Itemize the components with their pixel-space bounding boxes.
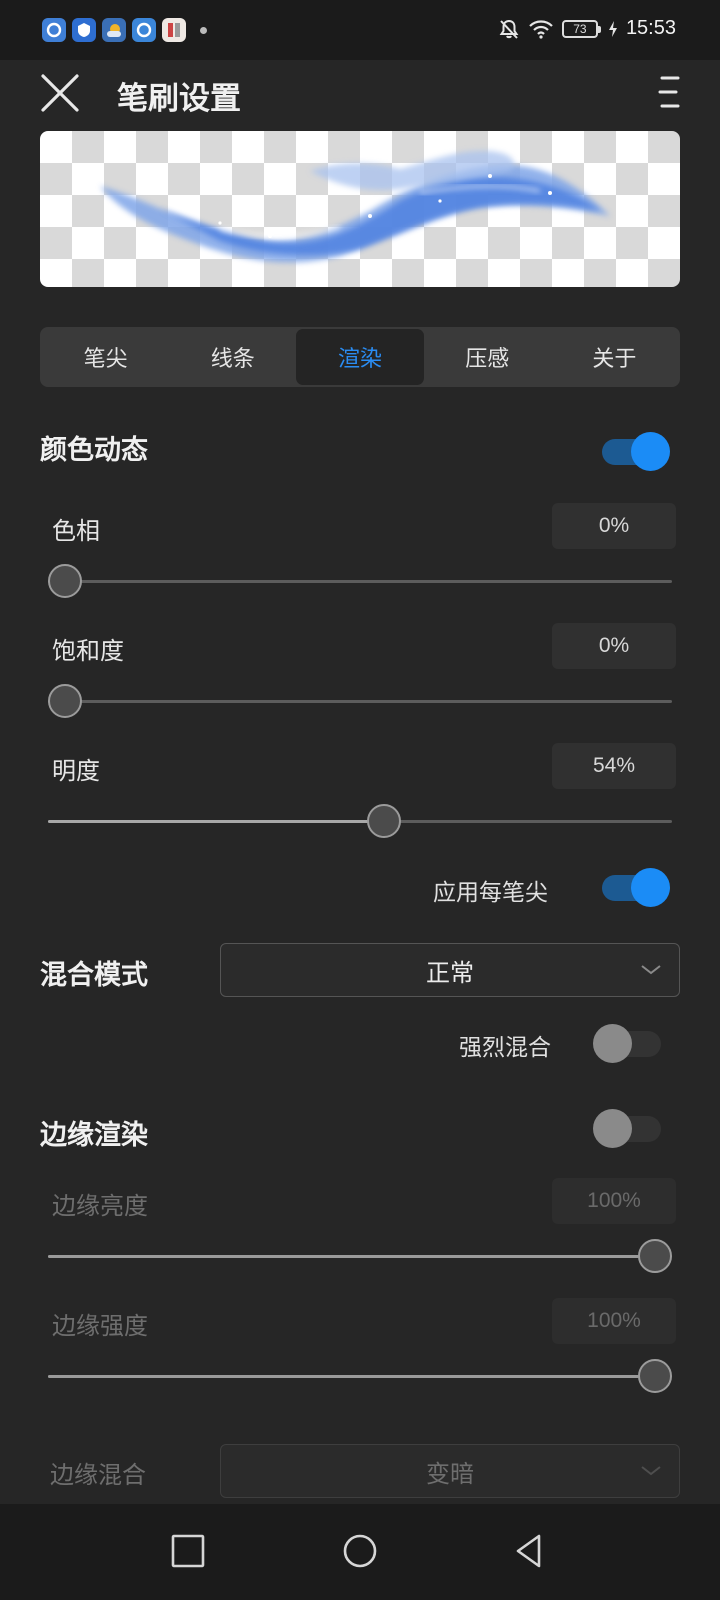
edge-strength-slider-thumb[interactable] bbox=[638, 1359, 672, 1393]
charging-icon bbox=[608, 20, 617, 37]
edge-brightness-slider-thumb[interactable] bbox=[638, 1239, 672, 1273]
back-icon[interactable] bbox=[506, 1526, 556, 1576]
settings-tabs: 笔尖 线条 渲染 压感 关于 bbox=[40, 327, 680, 387]
more-notifications-dot bbox=[200, 26, 207, 34]
color-dynamics-toggle[interactable] bbox=[600, 431, 670, 471]
status-indicators: 73 15:53 bbox=[498, 17, 676, 40]
saturation-value[interactable]: 0% bbox=[552, 623, 676, 669]
edge-blend-selected: 变暗 bbox=[426, 1459, 474, 1488]
strong-blend-label: 强烈混合 bbox=[459, 1035, 551, 1061]
blend-mode-title: 混合模式 bbox=[40, 960, 148, 991]
navigation-bar bbox=[0, 1504, 720, 1600]
blend-mode-selected: 正常 bbox=[426, 958, 474, 987]
app-icon-4 bbox=[132, 18, 156, 42]
edge-blend-label: 边缘混合 bbox=[50, 1461, 146, 1489]
apply-each-tip-label: 应用每笔尖 bbox=[433, 880, 548, 906]
clock: 15:53 bbox=[625, 17, 676, 39]
header: 笔刷设置 bbox=[0, 60, 720, 130]
apply-each-tip-toggle[interactable] bbox=[600, 867, 670, 907]
brightness-slider[interactable] bbox=[48, 801, 672, 841]
edge-strength-label: 边缘强度 bbox=[52, 1312, 148, 1340]
edge-brightness-slider[interactable] bbox=[48, 1236, 672, 1276]
tab-pressure[interactable]: 压感 bbox=[424, 329, 551, 385]
home-icon[interactable] bbox=[335, 1526, 385, 1576]
edge-brightness-value[interactable]: 100% bbox=[552, 1178, 676, 1224]
blend-mode-dropdown[interactable]: 正常 bbox=[220, 943, 680, 997]
wifi-icon bbox=[529, 19, 553, 39]
hue-label: 色相 bbox=[52, 517, 100, 545]
tab-stroke[interactable]: 线条 bbox=[169, 329, 296, 385]
edge-render-title: 边缘渲染 bbox=[40, 1120, 148, 1151]
color-dynamics-title: 颜色动态 bbox=[40, 435, 148, 466]
battery-level: 73 bbox=[573, 21, 587, 36]
brightness-slider-thumb[interactable] bbox=[366, 804, 401, 838]
edge-strength-slider[interactable] bbox=[48, 1356, 672, 1396]
edge-brightness-label: 边缘亮度 bbox=[52, 1192, 148, 1220]
battery-indicator: 73 bbox=[561, 19, 601, 38]
strong-blend-toggle[interactable] bbox=[593, 1023, 665, 1063]
hue-value[interactable]: 0% bbox=[552, 503, 676, 549]
tab-about[interactable]: 关于 bbox=[551, 329, 678, 385]
app-icon-2 bbox=[72, 18, 96, 42]
menu-icon[interactable] bbox=[656, 74, 684, 110]
recent-apps-icon[interactable] bbox=[163, 1526, 213, 1576]
brightness-label: 明度 bbox=[52, 757, 100, 785]
bell-muted-icon bbox=[499, 19, 519, 39]
tab-tip[interactable]: 笔尖 bbox=[42, 329, 169, 385]
app-icon-5 bbox=[162, 18, 186, 42]
saturation-slider[interactable] bbox=[48, 681, 672, 721]
edge-render-toggle[interactable] bbox=[593, 1108, 665, 1148]
edge-blend-dropdown[interactable]: 变暗 bbox=[220, 1444, 680, 1498]
page-title: 笔刷设置 bbox=[117, 81, 241, 117]
notification-icons bbox=[42, 18, 207, 42]
saturation-label: 饱和度 bbox=[52, 637, 124, 665]
close-icon[interactable] bbox=[40, 73, 80, 113]
edge-strength-value[interactable]: 100% bbox=[552, 1298, 676, 1344]
app-icon-1 bbox=[42, 18, 66, 42]
tab-render[interactable]: 渲染 bbox=[296, 329, 424, 385]
brush-stroke-preview bbox=[100, 150, 610, 263]
hue-slider-thumb[interactable] bbox=[48, 564, 82, 598]
brightness-value[interactable]: 54% bbox=[552, 743, 676, 789]
app-icon-3 bbox=[102, 18, 126, 42]
status-bar: 73 15:53 bbox=[0, 0, 720, 60]
brush-preview bbox=[40, 131, 680, 287]
hue-slider[interactable] bbox=[48, 561, 672, 601]
chevron-down-icon bbox=[641, 965, 661, 975]
saturation-slider-thumb[interactable] bbox=[48, 684, 82, 718]
chevron-down-icon bbox=[641, 1466, 661, 1476]
